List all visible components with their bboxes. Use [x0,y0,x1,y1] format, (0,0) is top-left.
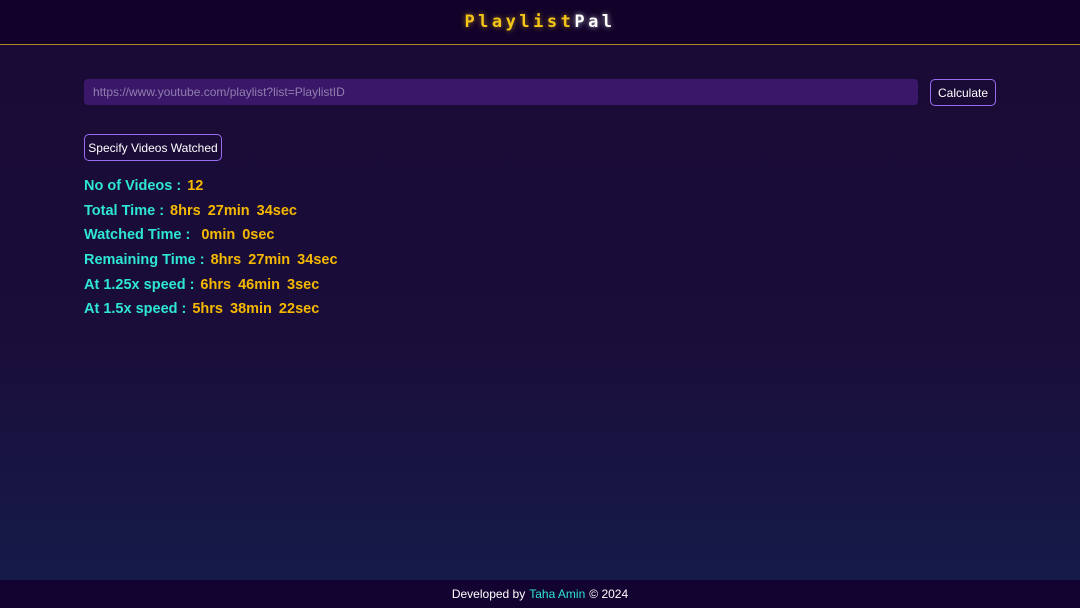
stat-videos-count: No of Videos : 12 [84,174,338,199]
stat-value: 12 [187,178,204,195]
stat-value: 6hrs 46min 3sec [200,276,320,293]
logo-pal: Pal [574,12,616,32]
stat-label: Watched Time : [84,227,191,244]
stat-speed-1-5x: At 1.5x speed : 5hrs 38min 22sec [84,297,338,322]
stat-label: Remaining Time : [84,252,205,269]
stat-value: 8hrs 27min 34sec [170,202,297,219]
footer-prefix: Developed by [451,587,526,601]
logo-playlist: Playlist [464,12,575,32]
stat-value: 8hrs 27min 34sec [210,252,338,269]
playlist-url-input[interactable] [84,79,918,105]
stat-label: Total Time : [84,202,165,219]
stat-label: At 1.5x speed : [84,301,187,318]
app-header: PlaylistPal [0,0,1080,45]
stat-remaining-time: Remaining Time : 8hrs 27min 34sec [84,248,338,273]
stat-total-time: Total Time : 8hrs 27min 34sec [84,199,338,224]
footer-author-link[interactable]: Taha Amin [529,587,585,601]
playlist-stats: No of Videos : 12 Total Time : 8hrs 27mi… [84,174,338,322]
app-logo[interactable]: PlaylistPal [464,12,615,32]
stat-label: No of Videos : [84,178,182,195]
footer-copyright: © 2024 [589,587,629,601]
calculate-button[interactable]: Calculate [930,79,996,106]
stat-value: 5hrs 38min 22sec [192,301,320,318]
app-footer: Developed by Taha Amin © 2024 [0,580,1080,608]
stat-speed-1-25x: At 1.25x speed : 6hrs 46min 3sec [84,272,338,297]
stat-watched-time: Watched Time : 0min 0sec [84,223,338,248]
stat-value: 0min 0sec [201,227,275,244]
specify-videos-watched-button[interactable]: Specify Videos Watched [84,134,222,161]
stat-label: At 1.25x speed : [84,276,195,293]
